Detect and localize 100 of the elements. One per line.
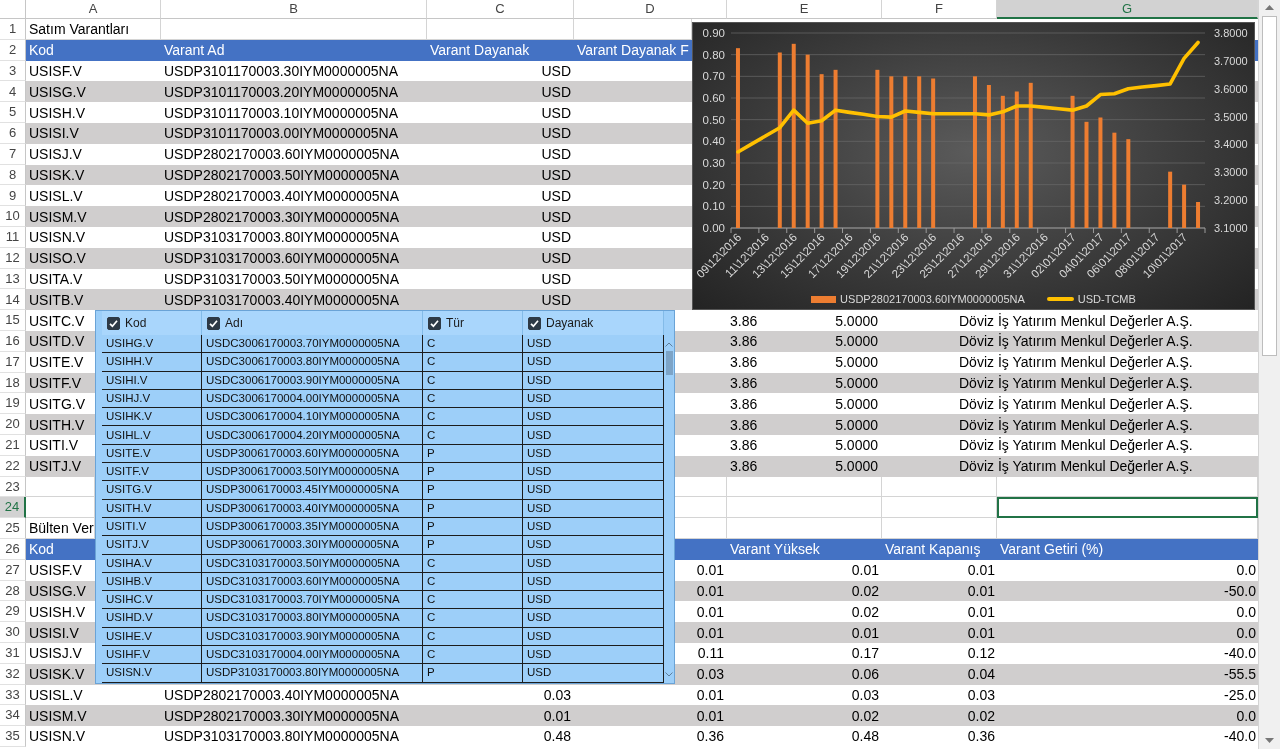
table-cell: USD — [523, 408, 664, 427]
row-number[interactable]: 18 — [0, 372, 26, 394]
column-header[interactable]: Kod — [102, 311, 202, 335]
column-letter[interactable]: E — [727, 0, 882, 19]
table-cell: USD — [541, 270, 571, 287]
row-number[interactable]: 26 — [0, 538, 26, 560]
row-number[interactable]: 3 — [0, 60, 26, 82]
column-letter[interactable]: B — [161, 0, 427, 19]
grid-cell[interactable] — [997, 518, 1258, 539]
table-cell: USIHF.V — [102, 646, 202, 665]
row-number[interactable]: 13 — [0, 268, 26, 290]
table-cell: USD — [541, 146, 571, 163]
row-number[interactable]: 21 — [0, 434, 26, 456]
row-number[interactable]: 32 — [0, 663, 26, 685]
grid-cell[interactable] — [161, 19, 427, 40]
scrollbar-thumb[interactable] — [1262, 16, 1277, 356]
row-number[interactable]: 25 — [0, 518, 26, 539]
scrollbar-thumb[interactable] — [665, 351, 673, 375]
grid-cell[interactable] — [882, 518, 997, 539]
row-number[interactable]: 15 — [0, 310, 26, 331]
table-cell: USDP3103170003.40IYM0000005NA — [164, 291, 400, 308]
table-cell: USDC3103170003.80IYM0000005NA — [202, 609, 423, 628]
row-number[interactable]: 27 — [0, 559, 26, 581]
select-all-corner[interactable] — [0, 0, 26, 19]
grid-cell[interactable] — [997, 476, 1258, 498]
grid-cell[interactable] — [727, 518, 882, 539]
table-cell: 0.02 — [967, 707, 995, 724]
row-number[interactable]: 19 — [0, 393, 26, 415]
table-cell: USITG.V — [29, 395, 85, 412]
table-cell: USISM.V — [29, 208, 87, 225]
table-cell: -40.0 — [1224, 728, 1256, 745]
grid-cell[interactable]: Satım Varantları — [26, 19, 161, 40]
grid-cell[interactable] — [427, 19, 574, 40]
table-cell: USDC3006170003.70IYM0000005NA — [202, 335, 423, 354]
row-number[interactable]: 8 — [0, 164, 26, 186]
row-number[interactable]: 24 — [0, 497, 26, 519]
column-letter[interactable]: G — [997, 0, 1258, 19]
row-number[interactable]: 22 — [0, 455, 26, 477]
table-cell: USD — [523, 609, 664, 628]
table-cell: P — [423, 499, 523, 518]
grid-cell[interactable] — [882, 476, 997, 498]
column-letter[interactable]: C — [427, 0, 574, 19]
table-cell: USD — [541, 229, 571, 246]
grid-cell[interactable] — [727, 476, 882, 498]
column-letter[interactable]: D — [574, 0, 727, 19]
row-number[interactable]: 1 — [0, 19, 26, 40]
row-number[interactable]: 34 — [0, 705, 26, 727]
table-cell: Döviz İş Yatırım Menkul Değerler A.Ş. — [959, 354, 1193, 371]
legend-label: USD-TCMB — [1077, 291, 1136, 307]
table-cell: USDP3006170003.35IYM0000005NA — [202, 517, 423, 537]
checkbox[interactable] — [528, 316, 541, 330]
checkbox[interactable] — [428, 316, 441, 330]
table-cell: Döviz İş Yatırım Menkul Değerler A.Ş. — [959, 437, 1193, 454]
checkbox[interactable] — [207, 316, 220, 330]
table-cell: USIHI.V — [102, 371, 202, 390]
table-cell: USDP3103170003.80IYM0000005NA — [202, 664, 423, 683]
row-number[interactable]: 12 — [0, 247, 26, 269]
table-cell: 0.06 — [851, 666, 879, 683]
grid-cell[interactable] — [727, 497, 882, 519]
row-number[interactable]: 28 — [0, 580, 26, 602]
column-letter[interactable]: A — [26, 0, 161, 19]
column-header[interactable]: Dayanak — [523, 311, 664, 335]
table-cell: USD — [523, 335, 664, 354]
table-cell: USITJ.V — [102, 536, 202, 555]
vertical-scrollbar[interactable] — [1258, 0, 1280, 749]
row-number[interactable]: 35 — [0, 726, 26, 747]
table-cell: USD — [541, 125, 571, 142]
scroll-up-icon[interactable] — [1265, 5, 1274, 10]
scroll-up-icon[interactable] — [665, 342, 673, 347]
column-header[interactable]: Tür — [423, 311, 523, 335]
grid-cell[interactable] — [882, 497, 997, 519]
row-number[interactable]: 11 — [0, 226, 26, 248]
axis-label: 3.2000 — [1214, 194, 1248, 207]
scroll-down-icon[interactable] — [665, 672, 673, 677]
row-number[interactable]: 23 — [0, 476, 26, 498]
column-letter[interactable]: F — [882, 0, 997, 19]
table-cell: USDC3006170003.90IYM0000005NA — [202, 371, 423, 390]
row-number[interactable]: 6 — [0, 123, 26, 144]
row-number[interactable]: 29 — [0, 601, 26, 623]
table-cell: USD — [523, 664, 664, 683]
row-number[interactable]: 14 — [0, 289, 26, 311]
column-header[interactable]: Adı — [202, 311, 423, 335]
row-number[interactable]: 33 — [0, 684, 26, 706]
table-cell: USITG.V — [102, 481, 202, 500]
row-number[interactable]: 16 — [0, 330, 26, 352]
row-number[interactable]: 17 — [0, 351, 26, 373]
sheet-title: Satım Varantları — [29, 20, 130, 37]
row-number[interactable]: 31 — [0, 642, 26, 664]
row-number[interactable]: 5 — [0, 102, 26, 123]
row-number[interactable]: 20 — [0, 414, 26, 435]
row-number[interactable]: 2 — [0, 39, 26, 61]
row-number[interactable]: 9 — [0, 185, 26, 207]
row-number[interactable]: 7 — [0, 143, 26, 165]
checkbox[interactable] — [107, 316, 120, 330]
row-number[interactable]: 10 — [0, 206, 26, 227]
selected-cell[interactable] — [997, 497, 1258, 519]
table-cell: 0.36 — [967, 728, 995, 745]
scroll-down-icon[interactable] — [1265, 738, 1274, 743]
row-number[interactable]: 4 — [0, 81, 26, 103]
row-number[interactable]: 30 — [0, 622, 26, 643]
